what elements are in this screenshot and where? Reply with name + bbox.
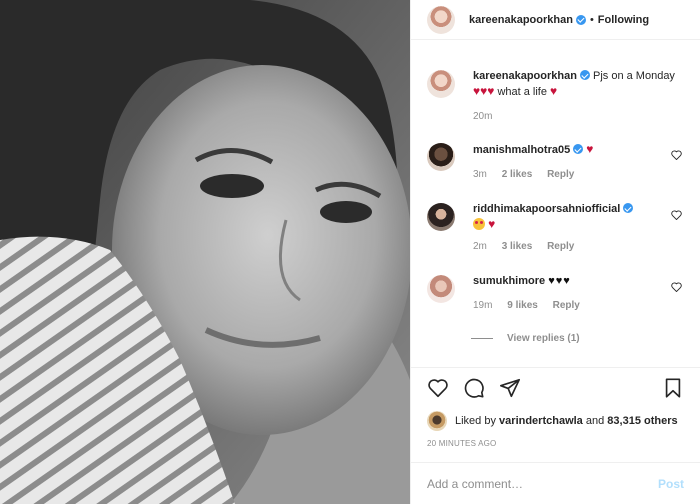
commenter-username[interactable]: riddhimakapoorsahniofficial (473, 203, 620, 215)
caption-avatar[interactable] (427, 70, 455, 98)
post-photo[interactable] (0, 0, 410, 504)
caption: kareenakapoorkhan Pjs on a Monday ♥♥♥ wh… (411, 69, 700, 124)
verified-icon (575, 14, 586, 25)
like-comment-heart-icon[interactable] (671, 210, 682, 220)
commenter-username[interactable]: manishmalhotra05 (473, 144, 570, 156)
view-replies-line (471, 338, 493, 339)
reply-button[interactable]: Reply (547, 169, 574, 180)
verified-icon (579, 70, 590, 80)
following-button[interactable]: Following (598, 14, 649, 26)
commenter-avatar[interactable] (427, 275, 455, 303)
comment-likes[interactable]: 2 likes (502, 169, 533, 180)
comments-list[interactable]: kareenakapoorkhan Pjs on a Monday ♥♥♥ wh… (411, 41, 700, 366)
comment-icon[interactable] (463, 377, 485, 399)
like-comment-heart-icon[interactable] (671, 150, 682, 160)
post-side-panel: kareenakapoorkhan • Following kareenakap… (410, 0, 700, 504)
post-comment-button[interactable]: Post (658, 477, 684, 491)
liked-by-prefix: Liked by (455, 415, 496, 427)
heart-emoji-icon: ♥ (488, 217, 496, 231)
caption-line: Pjs on a Monday (593, 70, 675, 82)
author-avatar[interactable] (427, 5, 455, 34)
action-icons (427, 368, 684, 408)
post-actions: Liked by varindertchawla and 83,315 othe… (411, 367, 700, 448)
add-comment-bar: Post (411, 462, 700, 504)
comment-time[interactable]: 3m (473, 169, 487, 180)
comment-likes[interactable]: 3 likes (502, 241, 533, 252)
share-icon[interactable] (499, 377, 521, 399)
comment-item: manishmalhotra05 ♥ 3m 2 likes Reply (411, 142, 700, 182)
caption-text: kareenakapoorkhan Pjs on a Monday ♥♥♥ wh… (473, 69, 684, 100)
bookmark-icon[interactable] (662, 377, 684, 399)
comment-item: riddhimakapoorsahniofficial ♥ 2m 3 likes… (411, 202, 700, 254)
post-time-ago[interactable]: 20 MINUTES AGO (427, 439, 684, 448)
liker-avatar[interactable] (427, 411, 447, 431)
commenter-avatar[interactable] (427, 143, 455, 171)
caption-tail: what a life (497, 86, 547, 98)
heart-eyes-emoji-icon (473, 218, 485, 230)
liked-by: Liked by varindertchawla and 83,315 othe… (427, 408, 684, 434)
comment-time[interactable]: 19m (473, 300, 492, 311)
caption-username[interactable]: kareenakapoorkhan (473, 70, 577, 82)
reply-button[interactable]: Reply (547, 241, 574, 252)
caption-time[interactable]: 20m (473, 111, 492, 122)
post-header: kareenakapoorkhan • Following (411, 0, 700, 40)
black-heart-emoji-icon: ♥♥♥ (548, 275, 571, 287)
heart-emoji-icon: ♥♥♥ (473, 84, 495, 98)
caption-meta: 20m (473, 109, 684, 124)
liked-by-user[interactable]: varindertchawla (499, 415, 583, 427)
heart-emoji-icon: ♥ (550, 84, 558, 98)
likes-count[interactable]: 83,315 others (607, 415, 677, 427)
heart-emoji-icon: ♥ (586, 142, 594, 156)
post-photo-image (0, 0, 410, 504)
heart-icon[interactable] (427, 377, 449, 399)
verified-icon (573, 144, 584, 154)
view-replies-button[interactable]: View replies (1) (471, 333, 700, 344)
liked-by-and: and (585, 415, 605, 427)
comment-time[interactable]: 2m (473, 241, 487, 252)
author-username[interactable]: kareenakapoorkhan (469, 14, 573, 26)
reply-button[interactable]: Reply (553, 300, 580, 311)
comment-likes[interactable]: 9 likes (507, 300, 538, 311)
comment-input[interactable] (427, 476, 658, 491)
commenter-username[interactable]: sumukhimore (473, 275, 545, 287)
header-separator: • (589, 13, 594, 26)
verified-icon (623, 203, 634, 213)
commenter-avatar[interactable] (427, 203, 455, 231)
like-comment-heart-icon[interactable] (671, 282, 682, 292)
comment-item: sumukhimore ♥♥♥ 19m 9 likes Reply (411, 274, 700, 313)
view-replies-label: View replies (1) (507, 333, 580, 344)
